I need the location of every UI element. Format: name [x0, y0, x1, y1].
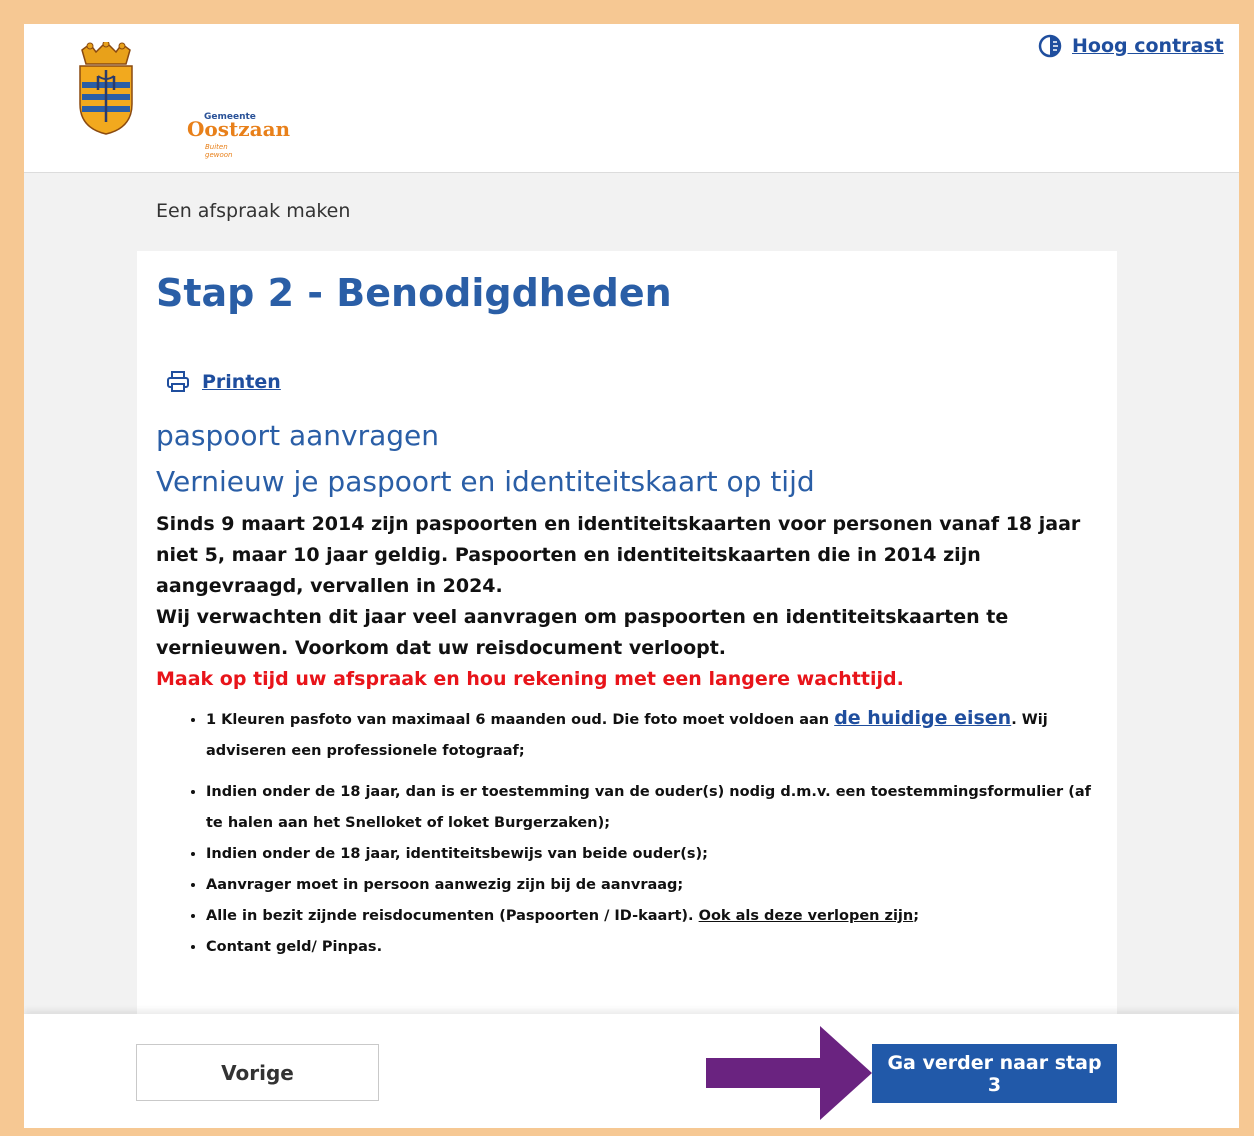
print-action[interactable]: Printen: [166, 371, 281, 393]
breadcrumb: Een afspraak maken: [156, 200, 351, 222]
list-item: Contant geld/ Pinpas.: [206, 932, 1106, 963]
coat-of-arms-icon: [79, 40, 133, 135]
requirements-list: 1 Kleuren pasfoto van maximaal 6 maanden…: [182, 703, 1106, 963]
section-subtitle: paspoort aanvragen: [156, 419, 439, 452]
high-contrast-toggle[interactable]: Hoog contrast: [1038, 34, 1224, 58]
print-link[interactable]: Printen: [202, 371, 281, 393]
section-heading: Vernieuw je paspoort en identiteitskaart…: [156, 465, 815, 498]
page-title: Stap 2 - Benodigdheden: [156, 271, 672, 315]
annotation-arrow-icon: [706, 1026, 872, 1120]
high-contrast-link[interactable]: Hoog contrast: [1072, 35, 1224, 57]
previous-button[interactable]: Vorige: [136, 1044, 379, 1101]
municipality-logo[interactable]: Gemeente Oostzaan Buiten gewoon: [76, 40, 290, 159]
next-step-button[interactable]: Ga verder naar stap 3: [872, 1044, 1117, 1103]
intro-paragraph-1: Sinds 9 maart 2014 zijn paspoorten en id…: [156, 513, 1081, 597]
expired-documents-link[interactable]: Ook als deze verlopen zijn: [699, 908, 914, 924]
logo-tagline: Buiten gewoon: [205, 143, 233, 159]
logo-line-oostzaan: Oostzaan: [187, 117, 291, 141]
site-header: Gemeente Oostzaan Buiten gewoon Hoog con…: [24, 24, 1239, 173]
warning-text: Maak op tijd uw afspraak en hou rekening…: [156, 668, 904, 690]
list-item: 1 Kleuren pasfoto van maximaal 6 maanden…: [206, 703, 1106, 767]
requirement-documents-text: Alle in bezit zijnde reisdocumenten (Pas…: [206, 908, 699, 924]
list-item: Aanvrager moet in persoon aanwezig zijn …: [206, 870, 1106, 901]
contrast-icon: [1038, 34, 1062, 58]
printer-icon: [167, 371, 189, 392]
list-item: Indien onder de 18 jaar, dan is er toest…: [206, 777, 1106, 839]
photo-requirements-link[interactable]: de huidige eisen: [834, 707, 1011, 729]
content-card: Stap 2 - Benodigdheden Printen paspoort …: [137, 251, 1117, 1071]
list-item: Alle in bezit zijnde reisdocumenten (Pas…: [206, 901, 1106, 932]
step-navigation-footer: Vorige Ga verder naar stap 3: [24, 1014, 1239, 1128]
page-frame: Gemeente Oostzaan Buiten gewoon Hoog con…: [24, 24, 1239, 1128]
intro-text: Sinds 9 maart 2014 zijn paspoorten en id…: [156, 509, 1096, 695]
list-item: Indien onder de 18 jaar, identiteitsbewi…: [206, 839, 1106, 870]
requirement-documents-text-end: ;: [913, 908, 920, 924]
intro-paragraph-2: Wij verwachten dit jaar veel aanvragen o…: [156, 606, 1009, 659]
requirement-photo-text: 1 Kleuren pasfoto van maximaal 6 maanden…: [206, 712, 835, 728]
